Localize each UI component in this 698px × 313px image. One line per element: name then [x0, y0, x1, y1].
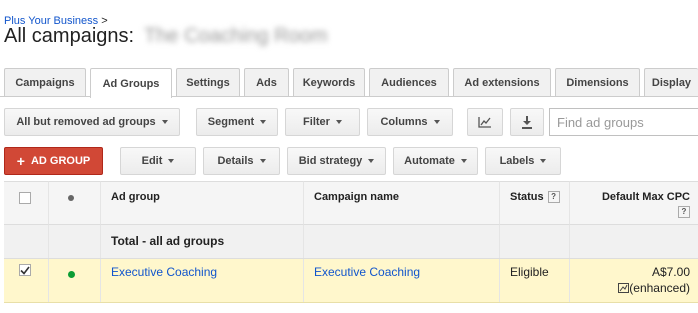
- chevron-down-icon: [540, 159, 547, 163]
- automate-dropdown[interactable]: Automate: [393, 147, 478, 175]
- page-title: All campaigns: The Coaching Room: [4, 25, 328, 48]
- chart-toggle-button[interactable]: [467, 108, 503, 136]
- tab-campaigns[interactable]: Campaigns: [4, 68, 86, 96]
- header-status-dot-cell: [49, 181, 101, 225]
- ad-group-link[interactable]: Executive Coaching: [111, 265, 217, 279]
- tab-keywords[interactable]: Keywords: [293, 68, 365, 96]
- chevron-down-icon: [259, 159, 266, 163]
- enhanced-cpc-icon: [618, 283, 630, 293]
- status-filter-dropdown[interactable]: All but removed ad groups: [4, 108, 180, 136]
- enhanced-label: (enhanced): [629, 281, 690, 295]
- max-cpc-value[interactable]: A$7.00: [570, 265, 690, 279]
- edit-label: Edit: [141, 155, 163, 167]
- total-label: Total - all ad groups: [101, 225, 304, 258]
- tab-ads[interactable]: Ads: [244, 68, 289, 96]
- row-checkbox[interactable]: [19, 264, 31, 276]
- status-filter-label: All but removed ad groups: [16, 116, 156, 128]
- labels-dropdown[interactable]: Labels: [485, 147, 561, 175]
- tab-ad-extensions[interactable]: Ad extensions: [453, 68, 551, 96]
- header-ad-group[interactable]: Ad group: [101, 181, 304, 225]
- help-icon[interactable]: ?: [547, 191, 560, 203]
- chevron-down-icon: [335, 120, 342, 124]
- header-select-all-cell: [4, 181, 49, 225]
- columns-label: Columns: [380, 116, 428, 128]
- bid-strategy-dropdown[interactable]: Bid strategy: [287, 147, 386, 175]
- tab-settings[interactable]: Settings: [176, 68, 240, 96]
- select-all-checkbox[interactable]: [19, 192, 31, 204]
- chevron-down-icon: [433, 120, 440, 124]
- campaign-link[interactable]: Executive Coaching: [314, 265, 420, 279]
- download-button[interactable]: [510, 108, 544, 136]
- enabled-status-icon[interactable]: [68, 271, 75, 278]
- total-row: Total - all ad groups: [4, 225, 698, 259]
- details-label: Details: [217, 155, 254, 167]
- chevron-down-icon: [260, 120, 267, 124]
- chevron-down-icon: [161, 120, 168, 124]
- tab-dimensions[interactable]: Dimensions: [555, 68, 640, 96]
- header-status[interactable]: Status?: [500, 181, 570, 225]
- filter-dropdown[interactable]: Filter: [285, 108, 360, 136]
- filter-label: Filter: [303, 116, 330, 128]
- automate-label: Automate: [404, 155, 455, 167]
- account-name-blurred: The Coaching Room: [144, 25, 328, 47]
- tab-ad-groups[interactable]: Ad Groups: [90, 68, 172, 98]
- header-campaign-name[interactable]: Campaign name: [304, 181, 500, 225]
- chevron-down-icon: [368, 159, 375, 163]
- details-dropdown[interactable]: Details: [203, 147, 280, 175]
- labels-label: Labels: [499, 155, 535, 167]
- status-dot-icon: [68, 195, 74, 201]
- header-status-label: Status: [510, 191, 544, 203]
- segment-dropdown[interactable]: Segment: [196, 108, 278, 136]
- header-default-max-cpc[interactable]: Default Max CPC ?: [570, 181, 698, 225]
- add-ad-group-button[interactable]: + AD GROUP: [4, 147, 103, 175]
- line-chart-icon: [478, 117, 491, 128]
- columns-dropdown[interactable]: Columns: [367, 108, 453, 136]
- tab-display[interactable]: Display: [644, 68, 698, 96]
- add-ad-group-label: AD GROUP: [30, 155, 91, 167]
- chevron-down-icon: [168, 159, 175, 163]
- chevron-down-icon: [460, 159, 467, 163]
- segment-label: Segment: [207, 116, 255, 128]
- check-icon: [20, 266, 30, 275]
- bid-strategy-label: Bid strategy: [298, 155, 363, 167]
- header-max-cpc-label: Default Max CPC: [601, 191, 690, 203]
- download-icon: [522, 115, 532, 129]
- edit-dropdown[interactable]: Edit: [120, 147, 196, 175]
- find-ad-groups-input[interactable]: [549, 108, 698, 136]
- table-row[interactable]: Executive Coaching Executive Coaching El…: [4, 259, 698, 303]
- page-title-text: All campaigns:: [4, 25, 135, 47]
- row-status: Eligible: [500, 259, 570, 302]
- plus-icon: +: [16, 153, 25, 169]
- tab-audiences[interactable]: Audiences: [369, 68, 449, 96]
- tab-bar: Campaigns Ad Groups Settings Ads Keyword…: [0, 68, 698, 98]
- help-icon[interactable]: ?: [678, 206, 690, 218]
